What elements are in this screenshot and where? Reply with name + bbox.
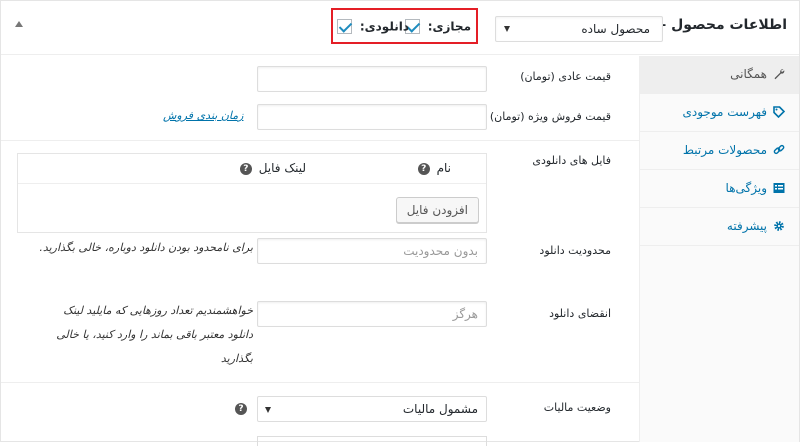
tab-label: پیشرفته — [726, 219, 767, 233]
help-icon[interactable]: ? — [417, 162, 430, 175]
product-type-value: محصول ساده — [581, 22, 650, 36]
downloadable-checkbox[interactable] — [336, 19, 352, 34]
download-limit-label: محدودیت دانلود — [539, 244, 611, 257]
downloadable-option[interactable]: دانلودی: — [336, 19, 409, 37]
downloadable-files-label: فایل های دانلودی — [532, 154, 611, 167]
tab-advanced[interactable]: پیشرفته — [639, 208, 799, 246]
general-tab-content: قیمت عادی (تومان) قیمت فروش ویژه (تومان)… — [1, 56, 640, 446]
chevron-down-icon — [504, 26, 510, 32]
tax-status-select[interactable]: مشمول مالیات — [257, 396, 487, 422]
files-col-name-text: نام — [436, 161, 451, 175]
tab-label: همگانی — [730, 67, 767, 81]
files-col-url: لینک فایل ? — [239, 161, 306, 175]
product-type-select[interactable]: محصول ساده — [495, 16, 663, 42]
download-expiry-label: انقضای دانلود — [549, 307, 611, 320]
collapse-arrow-icon[interactable] — [15, 21, 23, 27]
tab-label: محصولات مرتبط — [682, 143, 767, 157]
tax-class-select[interactable] — [257, 436, 487, 446]
product-tabs: همگانی فهرست موجودی محصولات مرتبط — [639, 56, 799, 442]
help-icon[interactable]: ? — [239, 162, 252, 175]
tab-inventory[interactable]: فهرست موجودی — [639, 94, 799, 132]
tax-status-value: مشمول مالیات — [402, 402, 478, 416]
tab-linked-products[interactable]: محصولات مرتبط — [639, 132, 799, 170]
downloadable-label: دانلودی: — [359, 19, 409, 34]
product-data-panel: اطلاعات محصول — محصول ساده مجازی: دانلود… — [0, 0, 800, 446]
sale-price-input[interactable] — [257, 104, 487, 130]
divider — [1, 140, 640, 141]
virtual-label: مجازی: — [427, 19, 471, 34]
chevron-down-icon — [265, 407, 271, 413]
panel-header: اطلاعات محصول — محصول ساده مجازی: دانلود… — [1, 1, 799, 55]
tab-general[interactable]: همگانی — [639, 56, 799, 94]
link-icon — [773, 144, 785, 155]
list-icon — [773, 183, 785, 193]
panel-title: اطلاعات محصول — — [652, 17, 787, 33]
help-icon[interactable]: ? — [235, 403, 247, 415]
regular-price-label: قیمت عادی (تومان) — [520, 70, 611, 83]
divider — [1, 382, 640, 383]
tab-label: ویژگی‌ها — [725, 181, 767, 195]
regular-price-input[interactable] — [257, 66, 487, 92]
download-expiry-description: خواهشمندیم تعداد روزهایی که مایلید لینک … — [56, 304, 253, 365]
files-col-url-text: لینک فایل — [258, 161, 306, 175]
download-limit-placeholder: بدون محدودیت — [403, 244, 478, 258]
gear-icon — [774, 221, 784, 231]
tag-icon — [773, 106, 785, 118]
schedule-sale-link[interactable]: زمان بندی فروش — [163, 109, 243, 122]
download-limit-input[interactable]: بدون محدودیت — [257, 238, 487, 264]
wrench-icon — [774, 69, 785, 80]
files-col-name: نام ? — [417, 161, 451, 175]
virtual-option[interactable]: مجازی: — [404, 19, 471, 37]
download-expiry-placeholder: هرگز — [452, 307, 478, 321]
tax-status-label: وضعیت مالیات — [543, 401, 611, 414]
downloadable-files-table: نام ? لینک فایل ? افزودن فایل — [17, 153, 487, 233]
tab-label: فهرست موجودی — [682, 105, 767, 119]
sale-price-label: قیمت فروش ویژه (تومان) — [489, 110, 611, 123]
files-table-header: نام ? لینک فایل ? — [18, 154, 486, 184]
download-limit-description: برای نامحدود بودن دانلود دوباره، خالی بگ… — [39, 241, 253, 254]
tab-attributes[interactable]: ویژگی‌ها — [639, 170, 799, 208]
add-file-button[interactable]: افزودن فایل — [395, 197, 479, 223]
download-expiry-input[interactable]: هرگز — [257, 301, 487, 327]
